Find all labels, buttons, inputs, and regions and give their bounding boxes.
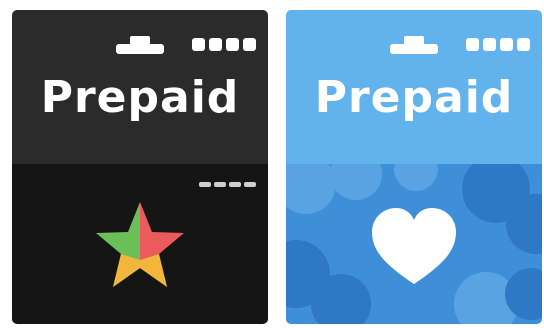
card-header: Prepaid bbox=[12, 10, 268, 164]
hang-tab-icon bbox=[116, 36, 164, 54]
card-dots bbox=[466, 38, 530, 51]
prepaid-card-dark[interactable]: Prepaid bbox=[12, 10, 268, 324]
card-title: Prepaid bbox=[40, 72, 240, 123]
card-header: Prepaid bbox=[286, 10, 542, 164]
heart-icon bbox=[372, 208, 456, 284]
card-title: Prepaid bbox=[314, 72, 514, 123]
hang-tab-icon bbox=[390, 36, 438, 54]
star-icon bbox=[96, 202, 184, 287]
prepaid-card-blue[interactable]: Prepaid bbox=[286, 10, 542, 324]
card-dots bbox=[192, 38, 256, 51]
card-body bbox=[12, 164, 268, 324]
card-body bbox=[286, 164, 542, 324]
